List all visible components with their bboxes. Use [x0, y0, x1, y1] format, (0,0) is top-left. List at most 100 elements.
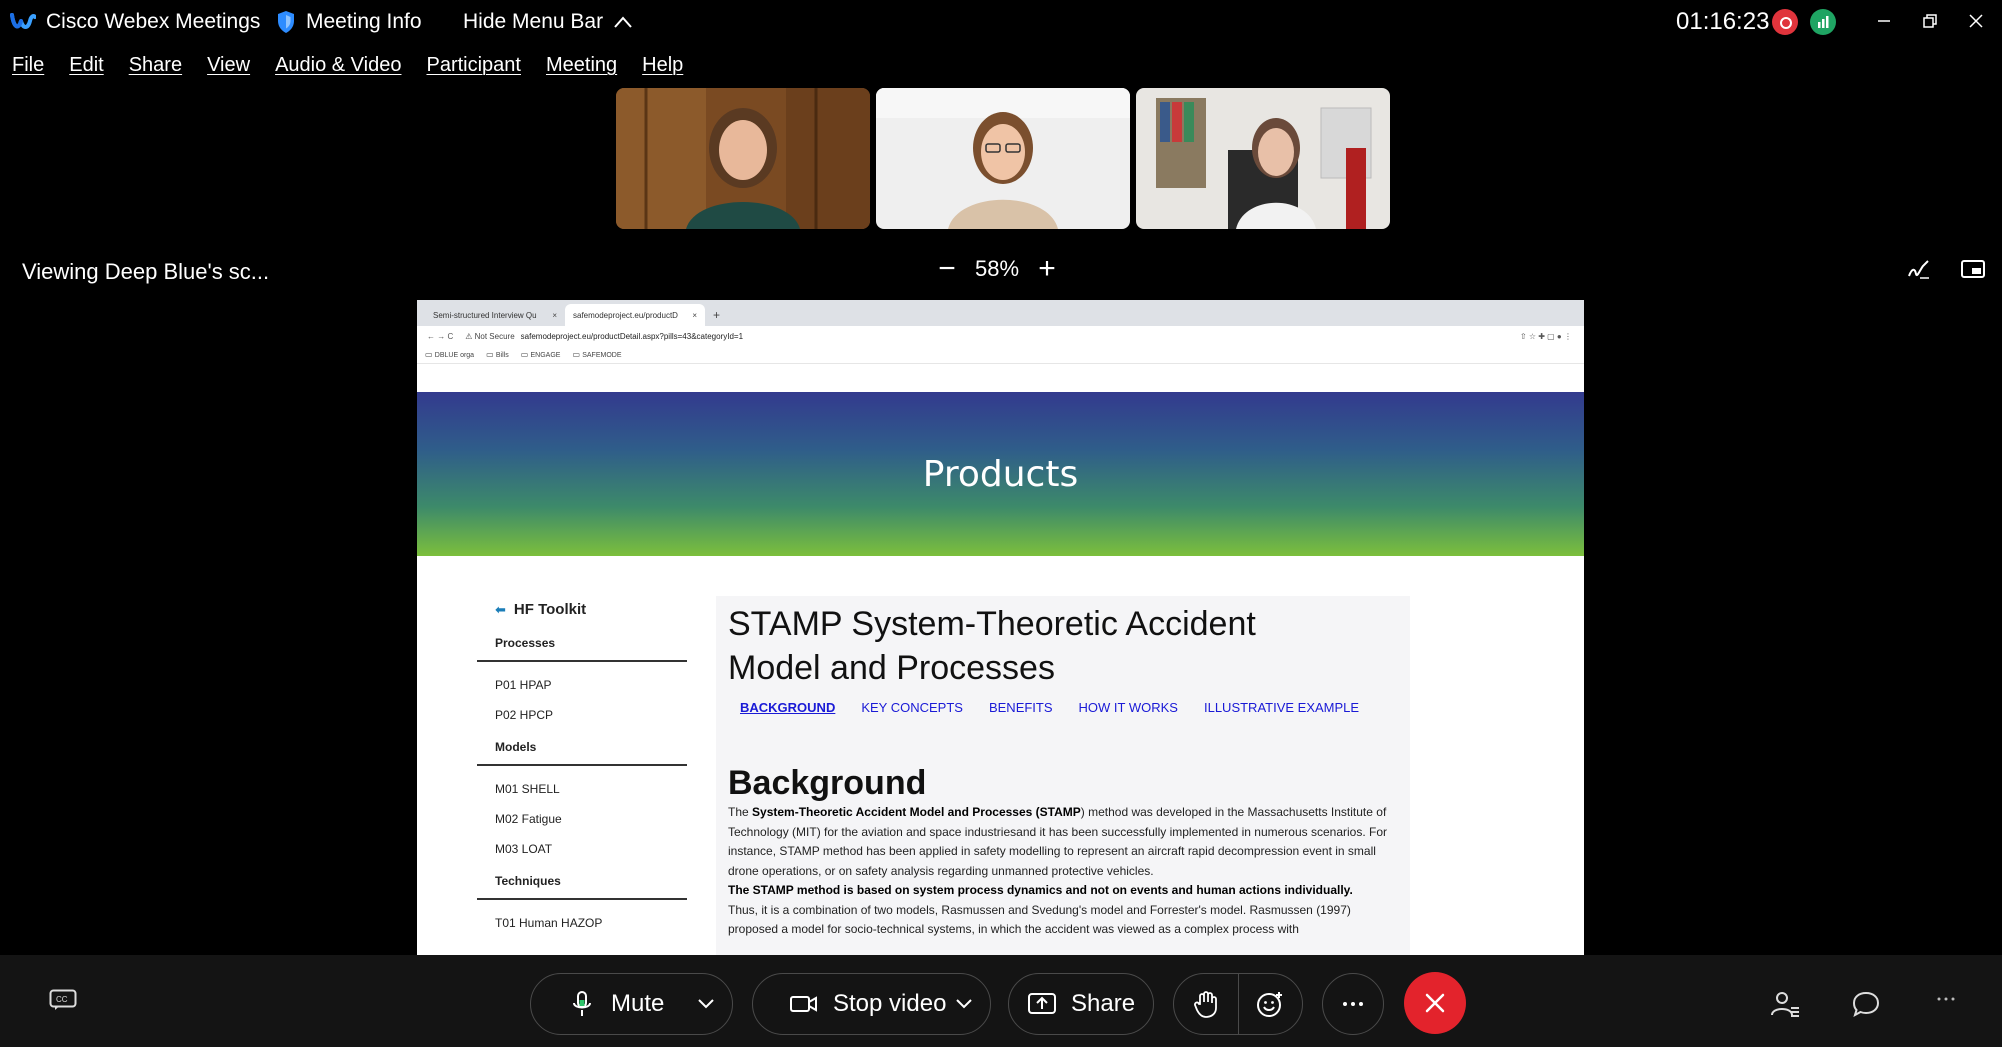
article-panel: STAMP System-Theoretic Accident Model an… [716, 596, 1410, 955]
browser-tab-bar: Semi-structured Interview Qu × safemodep… [417, 300, 1584, 326]
participant-video-tile[interactable] [876, 88, 1130, 229]
more-options-button[interactable] [1322, 973, 1384, 1035]
leave-meeting-button[interactable] [1404, 972, 1466, 1034]
menu-bar: File Edit Share View Audio & Video Parti… [0, 54, 708, 84]
bookmark-item[interactable]: SAFEMODE [572, 350, 621, 359]
sidebar-item-m01[interactable]: M01 SHELL [495, 782, 667, 796]
tab-close-icon[interactable]: × [552, 311, 557, 320]
close-icon [1425, 993, 1445, 1013]
participant-video-tile[interactable] [1136, 88, 1390, 229]
new-tab-button[interactable]: + [713, 308, 720, 322]
address-url[interactable]: safemodeproject.eu/productDetail.aspx?pi… [521, 332, 743, 341]
zoom-controls: − 58% + [935, 254, 1059, 284]
stop-video-button[interactable]: Stop video [752, 973, 991, 1035]
menu-participant[interactable]: Participant [426, 54, 521, 84]
paragraph-bold-text: System-Theoretic Accident Model and Proc… [752, 805, 1081, 819]
menu-meeting[interactable]: Meeting [546, 54, 617, 84]
tab-key-concepts[interactable]: KEY CONCEPTS [861, 700, 963, 715]
participant-video-image [876, 88, 1130, 229]
sidebar-item-t01[interactable]: T01 Human HAZOP [495, 916, 667, 930]
menu-share[interactable]: Share [129, 54, 182, 84]
chevron-down-icon[interactable] [698, 999, 714, 1009]
menu-file[interactable]: File [12, 54, 44, 84]
shield-icon [278, 11, 294, 33]
browser-tab[interactable]: Semi-structured Interview Qu × [425, 304, 565, 326]
app-title: Cisco Webex Meetings [10, 10, 260, 34]
tab-how-it-works[interactable]: HOW IT WORKS [1079, 700, 1178, 715]
chevron-up-icon [614, 16, 632, 28]
picture-in-picture-icon[interactable] [1960, 258, 1986, 282]
tab-illustrative-example[interactable]: ILLUSTRATIVE EXAMPLE [1204, 700, 1359, 715]
bookmark-item[interactable]: ENGAGE [521, 350, 560, 359]
participants-icon[interactable] [1770, 991, 1800, 1017]
article-paragraph: The STAMP method is based on system proc… [728, 881, 1398, 901]
article-tabs: BACKGROUND KEY CONCEPTS BENEFITS HOW IT … [740, 700, 1398, 715]
zoom-out-button[interactable]: − [935, 254, 959, 284]
chat-icon[interactable] [1851, 991, 1881, 1017]
minimize-window-button[interactable] [1864, 6, 1904, 36]
closed-captions-icon[interactable]: CC [49, 989, 77, 1011]
article-title-line: Model and Processes [728, 649, 1055, 687]
mute-label: Mute [611, 990, 665, 1017]
meeting-info-button[interactable]: Meeting Info [276, 10, 422, 34]
shared-screen[interactable]: Semi-structured Interview Qu × safemodep… [417, 300, 1584, 955]
menu-help[interactable]: Help [642, 54, 683, 84]
sidebar-item-p01[interactable]: P01 HPAP [495, 678, 667, 692]
raise-hand-icon [1193, 991, 1217, 1018]
sidebar-item-m02[interactable]: M02 Fatigue [495, 812, 667, 826]
meeting-controls-toolbar: CC Mute Stop video Share [0, 955, 2002, 1047]
chevron-down-icon[interactable] [956, 999, 972, 1009]
microphone-icon [573, 991, 591, 1016]
bookmark-item[interactable]: DBLUE orga [425, 350, 474, 359]
participant-video-strip [616, 88, 1390, 229]
browser-tab-label: Semi-structured Interview Qu [433, 310, 537, 320]
browser-nav-buttons[interactable]: ← → C [427, 332, 453, 341]
stop-video-label: Stop video [833, 990, 947, 1017]
annotate-icon[interactable] [1906, 258, 1932, 282]
bookmark-item[interactable]: Bills [486, 350, 509, 359]
zoom-in-button[interactable]: + [1035, 254, 1059, 284]
network-health-icon[interactable] [1810, 9, 1836, 35]
sidebar-heading[interactable]: ⬅ HF Toolkit [495, 601, 667, 618]
sidebar-section-techniques: Techniques [477, 874, 687, 900]
viewing-share-label: Viewing Deep Blue's sc... [22, 259, 270, 284]
paragraph-text: The [728, 805, 753, 819]
tab-benefits[interactable]: BENEFITS [989, 700, 1053, 715]
sidebar-section-models: Models [477, 740, 687, 766]
section-title: Background [728, 764, 927, 802]
menu-view[interactable]: View [207, 54, 250, 84]
participant-video-tile[interactable] [616, 88, 870, 229]
signal-bars-icon [1818, 16, 1829, 28]
sidebar-item-m03[interactable]: M03 LOAT [495, 842, 667, 856]
menu-edit[interactable]: Edit [69, 54, 103, 84]
close-window-button[interactable] [1956, 6, 1996, 36]
mute-button[interactable]: Mute [530, 973, 733, 1035]
app-name: Cisco Webex Meetings [46, 10, 261, 33]
tab-close-icon[interactable]: × [692, 311, 697, 320]
sidebar-item-p02[interactable]: P02 HPCP [495, 708, 667, 722]
minimize-icon [1878, 20, 1890, 22]
participant-video-image [1136, 88, 1390, 229]
tab-background[interactable]: BACKGROUND [740, 700, 835, 715]
webex-logo-icon [10, 13, 36, 29]
paragraph-bold-text: The STAMP method is based on system proc… [728, 883, 1353, 897]
raise-hand-button[interactable] [1174, 974, 1238, 1034]
menu-audio-video[interactable]: Audio & Video [275, 54, 401, 84]
restore-icon [1923, 14, 1937, 28]
overflow-menu-button[interactable] [1936, 985, 1966, 1011]
site-header-gap [417, 364, 1584, 392]
hide-menu-bar-label: Hide Menu Bar [463, 10, 604, 33]
participant-video-image [616, 88, 870, 229]
browser-tab-active[interactable]: safemodeproject.eu/productD × [565, 304, 705, 326]
hide-menu-bar-button[interactable]: Hide Menu Bar [463, 10, 633, 34]
share-screen-icon [1028, 993, 1056, 1014]
zoom-level: 58% [975, 256, 1020, 281]
sidebar-section-processes: Processes [477, 636, 687, 662]
reactions-button[interactable] [1239, 974, 1303, 1034]
share-label: Share [1071, 990, 1136, 1017]
restore-window-button[interactable] [1910, 6, 1950, 36]
share-button[interactable]: Share [1008, 973, 1154, 1035]
not-secure-badge: ⚠ Not Secure [465, 331, 515, 341]
browser-toolbar-icons[interactable]: ⇧ ☆ ✚ ▢ ● ⋮ [1520, 332, 1572, 341]
recording-icon[interactable] [1772, 9, 1798, 35]
